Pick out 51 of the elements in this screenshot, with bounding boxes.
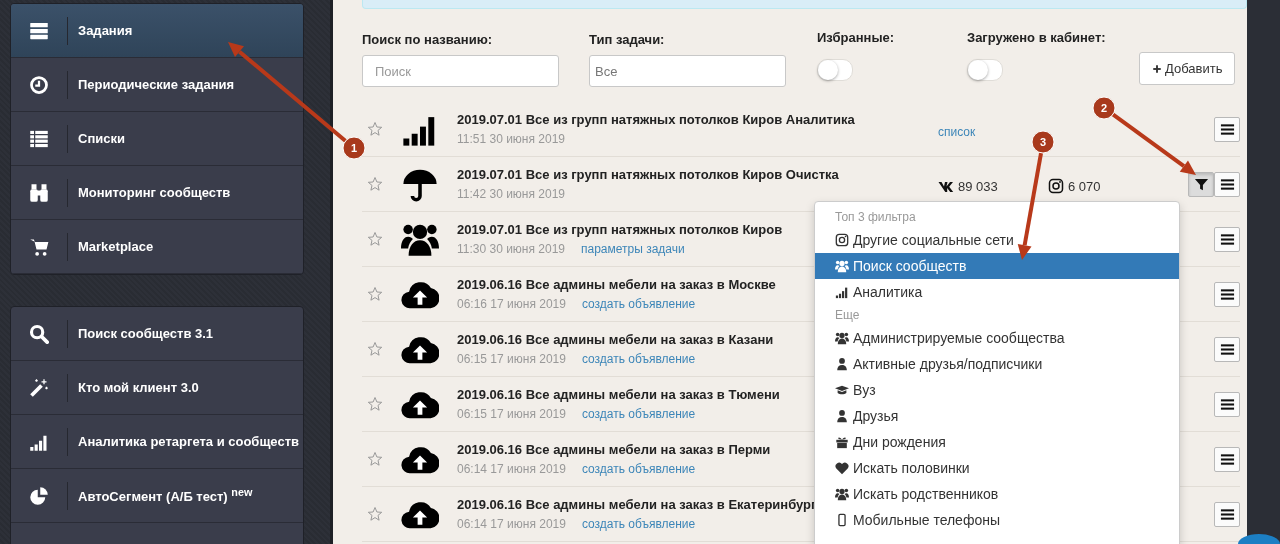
task-link[interactable]: создать объявление (581, 517, 696, 531)
dropdown-item[interactable]: Искать половинки (815, 455, 1179, 481)
step-badge: 1 (342, 136, 366, 160)
dropdown-item[interactable]: Дни рождения (815, 429, 1179, 455)
sidebar-item[interactable]: Аналитика ретаргета и сообществ (11, 415, 303, 469)
add-button[interactable]: Добавить (1139, 52, 1236, 85)
filter-label: Тип задачи: (589, 32, 666, 47)
task-link[interactable]: создать объявление (581, 407, 696, 421)
task-link[interactable]: создать объявление (581, 297, 696, 311)
search-field[interactable]: Поиск (362, 55, 559, 87)
task-title[interactable]: 2019.07.01 Все из групп натяжных потолков Киров Очистка (457, 167, 938, 182)
dropdown-item[interactable]: Активные друзья/подписчики (815, 351, 1179, 377)
filter-label: Поиск по названию: (362, 32, 494, 47)
dropdown-header: Еще (834, 307, 861, 324)
task-time: 06:14 17 июня 2019 (457, 462, 566, 476)
sidebar-item[interactable]: Кто мой клиент 3.0 (11, 361, 303, 415)
task-link[interactable]: создать объявление (581, 462, 696, 476)
step-badge: 3 (1031, 130, 1055, 154)
sidebar-item[interactable]: АвтоСегмент (А/Б тест) $^{new}$ (11, 469, 303, 523)
task-time: 11:30 30 июня 2019 (457, 242, 565, 256)
vk-count: 89 033 (958, 178, 998, 194)
list-link[interactable]: список (938, 123, 976, 139)
dropdown-item[interactable]: Поиск сообществ (815, 253, 1179, 279)
sidebar-item[interactable]: Задания (11, 4, 303, 58)
sidebar-item[interactable]: Периодические задания (11, 58, 303, 112)
task-time: 11:42 30 июня 2019 (457, 187, 565, 201)
dropdown-item[interactable]: Искать родственников (815, 481, 1179, 507)
filter-label: Загружено в кабинет: (967, 30, 1107, 45)
task-type-field[interactable]: Все (589, 55, 786, 87)
task-title[interactable]: 2019.07.01 Все из групп натяжных потолков Киров Аналитика (457, 112, 938, 127)
sidebar-item[interactable]: Поиск сообществ 3.1 (11, 307, 303, 361)
dropdown-header: Топ 3 фильтра (834, 209, 917, 226)
task-time: 06:15 17 июня 2019 (457, 352, 566, 366)
step-badge: 2 (1092, 96, 1116, 120)
task-time: 06:15 17 июня 2019 (457, 407, 566, 421)
instagram-count: 6 070 (1068, 178, 1101, 194)
task-time: 11:51 30 июня 2019 (457, 132, 565, 146)
dropdown-item[interactable]: Друзья (815, 403, 1179, 429)
task-time: 06:14 17 июня 2019 (457, 517, 566, 531)
dropdown-item[interactable]: Администрируемые сообщества (815, 325, 1179, 351)
filter-label: Избранные: (817, 30, 896, 45)
sidebar-item[interactable]: Marketplace (11, 220, 303, 274)
sidebar-item[interactable]: Списки (11, 112, 303, 166)
task-link[interactable]: создать объявление (581, 352, 696, 366)
sidebar-item[interactable]: Мониторинг сообществ (11, 166, 303, 220)
task-time: 06:16 17 июня 2019 (457, 297, 566, 311)
dropdown-item[interactable]: Вуз (815, 377, 1179, 403)
dropdown-item[interactable]: Другие социальные сети (815, 227, 1179, 253)
dropdown-item[interactable]: Аналитика (815, 279, 1179, 305)
dropdown-item[interactable]: Мобильные телефоны (815, 507, 1179, 533)
task-link[interactable]: параметры задачи (581, 242, 685, 256)
